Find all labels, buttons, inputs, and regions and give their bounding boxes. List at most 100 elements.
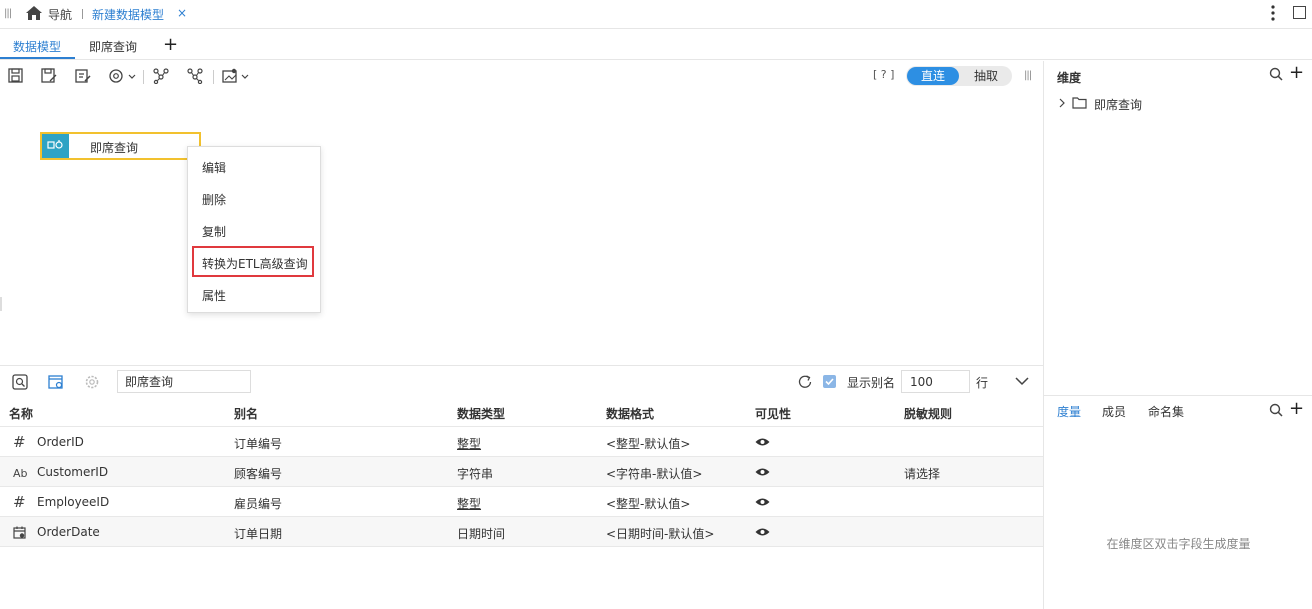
image-dropdown-icon[interactable] (222, 68, 252, 84)
menu-item-edit[interactable]: 编辑 (202, 159, 226, 176)
header-visibility: 可见性 (755, 407, 792, 421)
integer-type-icon: # (13, 433, 26, 451)
grip-icon[interactable]: ||| (4, 8, 12, 19)
context-menu: 编辑 删除 复制 转换为ETL高级查询 属性 (187, 146, 321, 313)
eye-icon[interactable] (755, 527, 770, 537)
calendar-icon (13, 526, 26, 539)
field-name: CustomerID (37, 465, 109, 479)
field-name: EmployeeID (37, 495, 110, 509)
toolbar-divider (213, 70, 214, 84)
header-alias: 别名 (234, 407, 259, 421)
tab-new-data-model[interactable]: 新建数据模型 (92, 6, 164, 23)
eye-icon[interactable] (755, 437, 770, 447)
more-vertical-icon[interactable] (1270, 4, 1276, 22)
show-alias-checkbox[interactable] (823, 375, 836, 388)
search-icon[interactable] (1269, 403, 1283, 417)
tree-item-label: 即席查询 (1094, 98, 1143, 112)
add-measure-button[interactable]: + (1289, 398, 1304, 419)
nav-label[interactable]: 导航 (48, 6, 72, 23)
settings-dropdown-icon[interactable] (108, 68, 138, 84)
resize-handle[interactable] (0, 297, 2, 311)
chevron-right-icon[interactable] (1058, 98, 1066, 108)
field-mask-rule[interactable]: 请选择 (904, 465, 940, 482)
field-alias[interactable]: 雇员编号 (234, 495, 282, 512)
field-name: OrderID (37, 435, 84, 449)
table-row[interactable]: # EmployeeID 雇员编号 整型 <整型-默认值> (0, 487, 1043, 517)
empty-hint: 在维度区双击字段生成度量 (1106, 537, 1251, 551)
preview-icon[interactable] (12, 374, 28, 390)
query-node-icon (42, 134, 69, 158)
tab-data-model[interactable]: 数据模型 (13, 38, 61, 55)
field-datatype[interactable]: 整型 (457, 435, 481, 452)
node-label: 即席查询 (90, 141, 139, 155)
fields-table: 名称 别名 数据类型 数据格式 可见性 脱敏规则 # OrderID 订单编号 … (0, 397, 1043, 547)
header-name: 名称 (9, 407, 34, 421)
table-row[interactable]: Ab CustomerID 顾客编号 字符串 <字符串-默认值> 请选择 (0, 457, 1043, 487)
save-as-icon[interactable] (41, 68, 57, 84)
field-alias[interactable]: 订单编号 (234, 435, 282, 452)
eye-icon[interactable] (755, 467, 770, 477)
field-datatype[interactable]: 字符串 (457, 465, 493, 482)
table-row[interactable]: # OrderID 订单编号 整型 <整型-默认值> (0, 427, 1043, 457)
extract-option[interactable]: 抽取 (961, 67, 1011, 85)
dimension-title: 维度 (1057, 71, 1082, 85)
menu-item-properties[interactable]: 属性 (202, 287, 226, 304)
add-dimension-button[interactable]: + (1289, 62, 1304, 83)
connection-mode-toggle: 直连 抽取 (906, 66, 1012, 86)
relation-edit-icon[interactable] (187, 68, 203, 84)
model-toolbar: [ ? ] 直连 抽取 ||| (0, 61, 1043, 91)
field-datatype[interactable]: 日期时间 (457, 525, 505, 542)
chevron-down-icon[interactable] (1014, 375, 1030, 387)
maximize-icon[interactable] (1293, 6, 1306, 19)
close-icon[interactable]: × (177, 6, 187, 20)
top-bar: ||| 导航 新建数据模型 × (0, 0, 1312, 29)
rows-unit-label: 行 (976, 376, 989, 390)
field-name: OrderDate (37, 525, 100, 539)
table-node[interactable]: 即席查询 (40, 132, 201, 160)
model-canvas[interactable]: 即席查询 编辑 删除 复制 转换为ETL高级查询 属性 (0, 92, 1043, 364)
tab-members[interactable]: 成员 (1102, 403, 1126, 420)
refresh-icon[interactable] (797, 374, 813, 390)
home-icon[interactable] (25, 5, 43, 21)
string-type-icon: Ab (13, 467, 28, 480)
menu-item-copy[interactable]: 复制 (202, 223, 226, 240)
menu-item-delete[interactable]: 删除 (202, 191, 226, 208)
field-alias[interactable]: 订单日期 (234, 525, 282, 542)
query-name-input[interactable] (117, 370, 251, 393)
field-toolbar: 显示别名 行 (0, 365, 1043, 396)
tab-named-sets[interactable]: 命名集 (1148, 403, 1184, 420)
table-settings-icon[interactable] (48, 374, 64, 390)
panel-grip-icon[interactable]: ||| (1024, 70, 1032, 81)
tab-adhoc-query[interactable]: 即席查询 (89, 38, 137, 55)
toolbar-divider (143, 70, 144, 84)
divider (82, 9, 83, 19)
field-datatype[interactable]: 整型 (457, 495, 481, 512)
show-alias-label: 显示别名 (847, 376, 896, 390)
eye-icon[interactable] (755, 497, 770, 507)
edit-icon[interactable] (75, 68, 91, 84)
field-alias[interactable]: 顾客编号 (234, 465, 282, 482)
header-format: 数据格式 (606, 407, 655, 421)
field-format[interactable]: <日期时间-默认值> (606, 525, 714, 542)
integer-type-icon: # (13, 493, 26, 511)
rows-count-input[interactable] (901, 370, 970, 393)
table-header: 名称 别名 数据类型 数据格式 可见性 脱敏规则 (0, 397, 1043, 427)
header-datatype: 数据类型 (457, 407, 506, 421)
model-tabs: 数据模型 即席查询 + (0, 30, 1312, 60)
tab-measures[interactable]: 度量 (1057, 403, 1081, 420)
folder-icon (1072, 96, 1087, 109)
search-icon[interactable] (1269, 67, 1283, 81)
gear-icon[interactable] (84, 374, 100, 390)
menu-item-convert-etl[interactable]: 转换为ETL高级查询 (202, 255, 308, 272)
save-icon[interactable] (8, 68, 23, 83)
field-format[interactable]: <字符串-默认值> (606, 465, 702, 482)
measure-panel: 度量 成员 命名集 + 在维度区双击字段生成度量 (1044, 395, 1312, 609)
table-row[interactable]: OrderDate 订单日期 日期时间 <日期时间-默认值> (0, 517, 1043, 547)
field-format[interactable]: <整型-默认值> (606, 435, 690, 452)
direct-connect-option[interactable]: 直连 (907, 67, 959, 85)
add-tab-button[interactable]: + (163, 34, 178, 55)
field-format[interactable]: <整型-默认值> (606, 495, 690, 512)
header-mask-rule: 脱敏规则 (904, 407, 953, 421)
help-button[interactable]: [ ? ] (873, 68, 894, 81)
relation-icon[interactable] (153, 68, 169, 84)
